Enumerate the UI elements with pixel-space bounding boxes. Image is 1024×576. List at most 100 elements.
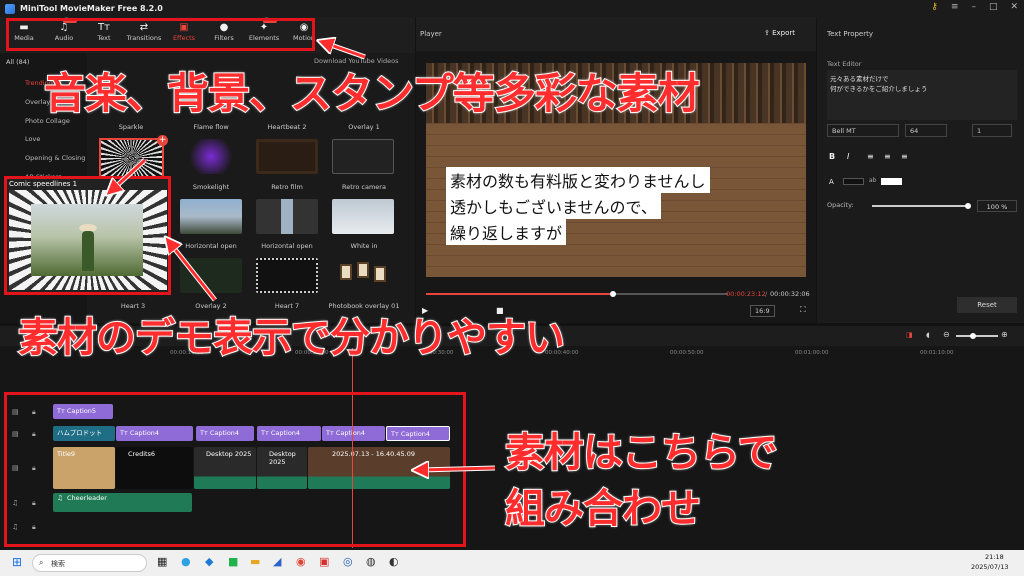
opacity-label: Opacity:: [827, 201, 854, 209]
text-property-panel: Text Property Text Editor 元々ある素材だけで 何ができ…: [817, 17, 1024, 323]
app-icon[interactable]: ●: [181, 555, 191, 568]
window-controls: ⚷ ≡ – □ ✕: [931, 2, 1018, 12]
zoom-out-icon[interactable]: ⊖: [943, 330, 950, 339]
search-placeholder: 検索: [51, 560, 65, 568]
annotation-timeline-box: [4, 392, 466, 547]
category-love[interactable]: Love: [25, 135, 40, 143]
key-icon[interactable]: ⚷: [931, 2, 938, 12]
caption-line-2[interactable]: 透かしもございませんので、: [446, 193, 661, 219]
item-label: Horizontal open: [261, 242, 313, 250]
app-logo-icon: [5, 3, 15, 14]
reset-button[interactable]: Reset: [957, 297, 1017, 313]
line-spacing-select[interactable]: 1: [972, 124, 1012, 137]
item-label: Flame flow: [193, 123, 229, 131]
zoom-slider[interactable]: [956, 333, 998, 339]
font-select[interactable]: Bell MT: [827, 124, 899, 137]
app-icon[interactable]: ◐: [389, 555, 399, 568]
export-icon: ⇪: [764, 29, 773, 37]
app-icon[interactable]: ▣: [319, 555, 329, 568]
photo-frame: [357, 262, 369, 278]
menu-icon[interactable]: ≡: [951, 2, 959, 12]
current-time: 00:00:23:12: [726, 290, 766, 298]
search-icon: ⌕: [39, 558, 44, 567]
opacity-slider[interactable]: [872, 203, 971, 209]
effect-thumbnail[interactable]: [332, 258, 394, 293]
effect-thumbnail[interactable]: [256, 139, 318, 174]
item-label: Retro film: [271, 183, 303, 191]
taskbar-search[interactable]: ⌕ 検索: [32, 554, 147, 572]
ruler-label: 00:00:50:00: [670, 350, 704, 356]
app-icon[interactable]: ◢: [273, 555, 281, 568]
item-label: Sparkle: [118, 123, 144, 131]
app-icon[interactable]: ◎: [343, 555, 353, 568]
maximize-icon[interactable]: □: [989, 2, 998, 12]
effect-thumbnail[interactable]: [332, 139, 394, 174]
audio-wave-icon[interactable]: ◖: [926, 331, 930, 339]
clock-date[interactable]: 2025/07/13: [971, 563, 1008, 571]
panel-title: Text Property: [827, 30, 874, 38]
text-editor-label: Text Editor: [827, 60, 862, 68]
window-title: MiniTool MovieMaker Free 8.2.0: [20, 4, 163, 13]
annotation-preview-box: [4, 176, 171, 295]
title-bar: MiniTool MovieMaker Free 8.2.0 ⚷ ≡ – □ ✕: [0, 0, 1024, 17]
zoom-in-icon[interactable]: ⊕: [1001, 330, 1008, 339]
app-icon[interactable]: ◆: [205, 555, 213, 568]
progress-bar[interactable]: [426, 291, 728, 297]
font-color-swatch[interactable]: [843, 178, 864, 185]
all-count[interactable]: All (84): [6, 58, 29, 66]
effect-thumbnail[interactable]: [256, 199, 318, 234]
align-left-icon[interactable]: ≡: [867, 152, 874, 161]
text-editor-textarea[interactable]: 元々ある素材だけで 何ができるかをご紹介しましょう: [827, 70, 1017, 120]
category-opening-closing[interactable]: Opening & Closing: [25, 154, 85, 162]
ruler-label: 00:01:00:00: [795, 350, 829, 356]
start-icon[interactable]: ⊞: [12, 555, 22, 569]
item-label: Overlay 1: [348, 123, 380, 131]
progress-fill: [426, 293, 614, 295]
opacity-value[interactable]: 100 %: [977, 200, 1017, 212]
align-right-icon[interactable]: ≡: [901, 152, 908, 161]
background-color-icon[interactable]: ab: [869, 177, 877, 184]
close-icon[interactable]: ✕: [1010, 2, 1018, 12]
opacity-handle[interactable]: [965, 203, 971, 209]
total-time: 00:00:32:06: [770, 290, 810, 298]
item-label: Heartbeat 2: [267, 123, 307, 131]
effect-thumbnail[interactable]: [180, 258, 242, 293]
item-label: White in: [350, 242, 378, 250]
effect-thumbnail[interactable]: [180, 199, 242, 234]
annotation-right-1: 素材はこちらで: [504, 429, 779, 477]
background-color-swatch[interactable]: [881, 178, 902, 185]
annotation-middle: 素材のデモ表示で分かりやすい: [17, 314, 566, 362]
line-app-icon[interactable]: ■: [228, 555, 238, 568]
player-title: Player: [420, 30, 442, 38]
fullscreen-icon[interactable]: ⛶: [800, 305, 806, 315]
task-view-icon[interactable]: ▦: [157, 555, 167, 568]
export-button[interactable]: ⇪ Export: [764, 29, 795, 37]
effect-thumbnail[interactable]: [180, 139, 242, 174]
add-icon[interactable]: +: [157, 135, 168, 146]
effect-thumbnail[interactable]: [256, 258, 318, 293]
progress-handle[interactable]: [610, 291, 617, 297]
align-center-icon[interactable]: ≡: [884, 152, 891, 161]
bold-icon[interactable]: B: [829, 152, 835, 161]
clock-time[interactable]: 21:18: [985, 553, 1004, 561]
zoom-handle[interactable]: [970, 333, 976, 339]
caption-line-1[interactable]: 素材の数も有料版と変わりませんし: [446, 167, 710, 193]
aspect-ratio-select[interactable]: 16:9: [750, 305, 775, 317]
font-color-icon[interactable]: A: [829, 178, 834, 186]
app-icon[interactable]: ◍: [366, 555, 376, 568]
font-size-select[interactable]: 64: [905, 124, 947, 137]
photo-frame: [374, 266, 386, 282]
split-icon[interactable]: ◨: [906, 331, 913, 339]
item-label: Smokelight: [192, 183, 230, 191]
caption-line-3[interactable]: 繰り返しますが: [446, 219, 567, 245]
annotation-toolbar-box: [6, 18, 315, 51]
annotation-right-2: 組み合わせ: [504, 485, 702, 533]
minimize-icon[interactable]: –: [971, 2, 976, 12]
effect-thumbnail[interactable]: [332, 199, 394, 234]
item-label: Horizontal open: [185, 242, 237, 250]
folder-app-icon[interactable]: ▬: [250, 555, 260, 568]
item-label: Retro camera: [342, 183, 386, 191]
chrome-icon[interactable]: ◉: [296, 555, 306, 568]
selected-effect-thumbnail[interactable]: +: [99, 135, 168, 178]
italic-icon[interactable]: I: [847, 152, 849, 161]
